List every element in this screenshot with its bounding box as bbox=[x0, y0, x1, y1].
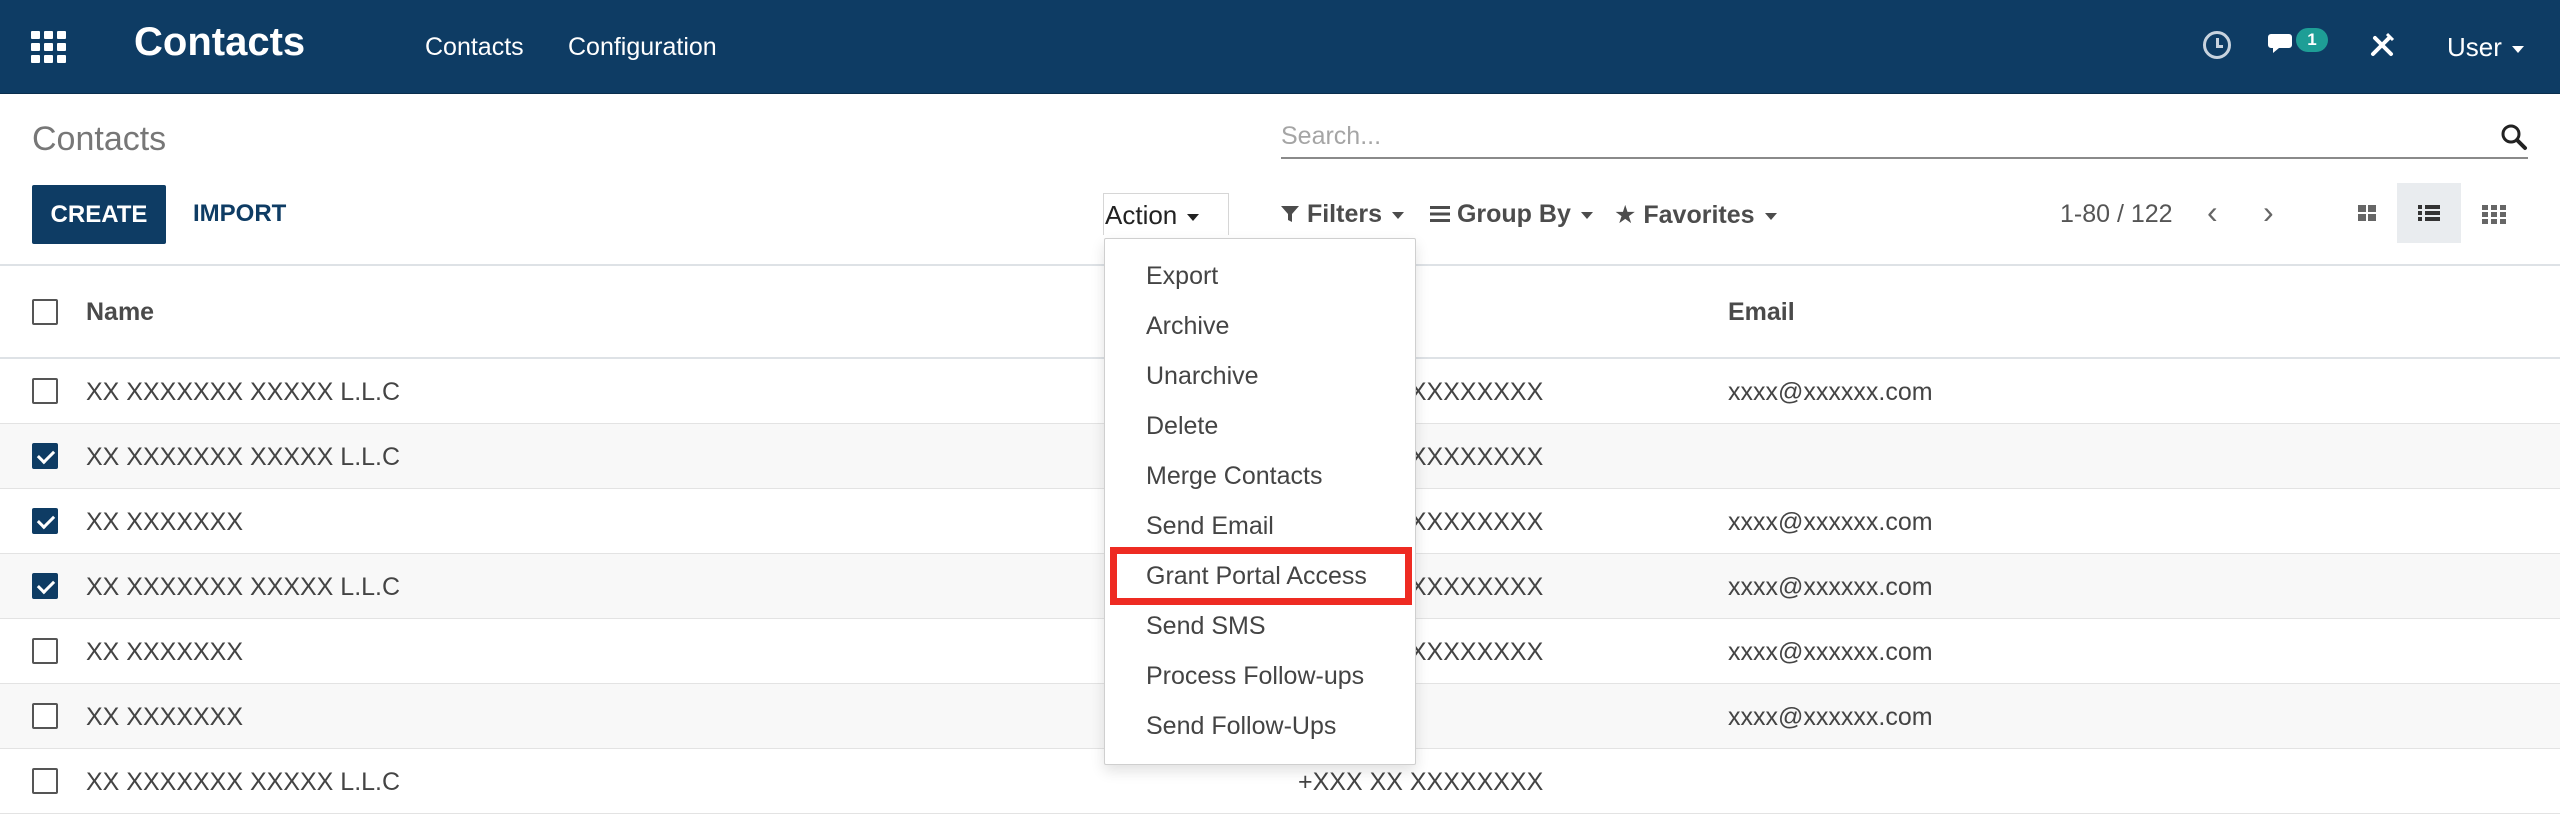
list-view-button[interactable] bbox=[2397, 183, 2461, 243]
chevron-down-icon bbox=[2511, 45, 2524, 53]
row-checkbox[interactable] bbox=[32, 703, 58, 729]
kanban-icon bbox=[2358, 205, 2376, 221]
pager-value[interactable]: 1-80 / 122 bbox=[2060, 200, 2173, 229]
search-icon[interactable] bbox=[2500, 123, 2528, 151]
pager-previous-icon[interactable]: ‹ bbox=[2207, 196, 2218, 228]
cell-email: xxxx@xxxxxx.com bbox=[1728, 703, 1933, 731]
select-all-checkbox[interactable] bbox=[32, 299, 58, 325]
grid-view-button[interactable] bbox=[2462, 183, 2526, 243]
column-header-name[interactable]: Name bbox=[86, 298, 154, 327]
chevron-down-icon bbox=[1764, 212, 1777, 220]
action-menu-item-grant-portal-access[interactable]: Grant Portal Access bbox=[1146, 562, 1367, 591]
app-brand[interactable]: Contacts bbox=[134, 20, 305, 65]
chevron-down-icon bbox=[1187, 213, 1200, 221]
favorites-button[interactable]: ★ Favorites bbox=[1614, 200, 1777, 230]
action-menu-item-archive[interactable]: Archive bbox=[1146, 312, 1229, 341]
action-menu-item-process-follow-ups[interactable]: Process Follow-ups bbox=[1146, 662, 1364, 691]
row-checkbox[interactable] bbox=[32, 573, 58, 599]
user-name: User bbox=[2447, 32, 2502, 62]
filters-label: Filters bbox=[1306, 200, 1382, 228]
row-checkbox[interactable] bbox=[32, 508, 58, 534]
action-menu-item-unarchive[interactable]: Unarchive bbox=[1146, 362, 1259, 391]
create-button[interactable]: CREATE bbox=[32, 185, 166, 244]
cell-name: XX XXXXXXX XXXXX L.L.C bbox=[86, 443, 401, 471]
action-menu-item-merge-contacts[interactable]: Merge Contacts bbox=[1146, 462, 1322, 491]
action-dropdown-button[interactable]: Action bbox=[1103, 193, 1229, 235]
chevron-down-icon bbox=[1391, 211, 1404, 219]
chevron-down-icon bbox=[1580, 211, 1593, 219]
search-bar bbox=[1281, 115, 2528, 159]
top-navbar: Contacts Contacts Configuration 1 User bbox=[0, 0, 2560, 94]
groupby-label: Group By bbox=[1456, 200, 1571, 228]
action-menu-item-send-email[interactable]: Send Email bbox=[1146, 512, 1274, 541]
list-icon bbox=[2418, 205, 2440, 221]
cell-name: XX XXXXXXX XXXXX L.L.C bbox=[86, 768, 401, 796]
cell-name: XX XXXXXXX XXXXX L.L.C bbox=[86, 573, 401, 601]
menu-contacts[interactable]: Contacts bbox=[425, 33, 524, 62]
pager-next-icon[interactable]: › bbox=[2263, 196, 2274, 228]
debug-tools-icon[interactable] bbox=[2367, 30, 2397, 66]
grid-icon bbox=[2482, 205, 2506, 224]
cell-name: XX XXXXXXX bbox=[86, 638, 244, 666]
menu-configuration[interactable]: Configuration bbox=[568, 33, 717, 62]
kanban-view-button[interactable] bbox=[2335, 183, 2399, 243]
column-header-email[interactable]: Email bbox=[1728, 298, 1795, 327]
chat-icon[interactable] bbox=[2268, 30, 2300, 66]
favorites-label: Favorites bbox=[1643, 201, 1755, 229]
cell-phone: +XXX XX XXXXXXXX bbox=[1298, 768, 1544, 796]
row-checkbox[interactable] bbox=[32, 768, 58, 794]
action-menu-item-export[interactable]: Export bbox=[1146, 262, 1218, 291]
filter-icon bbox=[1281, 206, 1299, 222]
import-button[interactable]: IMPORT bbox=[193, 200, 286, 228]
row-checkbox[interactable] bbox=[32, 638, 58, 664]
action-dropdown-menu: Export Archive Unarchive Delete Merge Contac… bbox=[1104, 238, 1416, 765]
page-title: Contacts bbox=[32, 120, 167, 158]
search-input[interactable] bbox=[1281, 119, 2461, 153]
cell-email: xxxx@xxxxxx.com bbox=[1728, 378, 1933, 406]
cell-email: xxxx@xxxxxx.com bbox=[1728, 638, 1933, 666]
action-label: Action bbox=[1105, 200, 1178, 230]
cell-name: XX XXXXXXX bbox=[86, 703, 244, 731]
groupby-button[interactable]: Group By bbox=[1430, 200, 1593, 229]
chat-count-badge: 1 bbox=[2296, 28, 2328, 52]
star-icon: ★ bbox=[1614, 201, 1637, 229]
action-menu-item-delete[interactable]: Delete bbox=[1146, 412, 1218, 441]
row-checkbox[interactable] bbox=[32, 443, 58, 469]
row-checkbox[interactable] bbox=[32, 378, 58, 404]
list-bars-icon bbox=[1430, 206, 1450, 222]
action-menu-item-send-sms[interactable]: Send SMS bbox=[1146, 612, 1266, 641]
action-menu-item-send-follow-ups[interactable]: Send Follow-Ups bbox=[1146, 712, 1336, 741]
cell-email: xxxx@xxxxxx.com bbox=[1728, 573, 1933, 601]
user-menu[interactable]: User bbox=[2447, 32, 2524, 63]
apps-icon[interactable] bbox=[31, 31, 66, 63]
clock-icon[interactable] bbox=[2203, 31, 2231, 59]
filters-button[interactable]: Filters bbox=[1280, 200, 1404, 229]
cell-email: xxxx@xxxxxx.com bbox=[1728, 508, 1933, 536]
cell-name: XX XXXXXXX bbox=[86, 508, 244, 536]
cell-name: XX XXXXXXX XXXXX L.L.C bbox=[86, 378, 401, 406]
